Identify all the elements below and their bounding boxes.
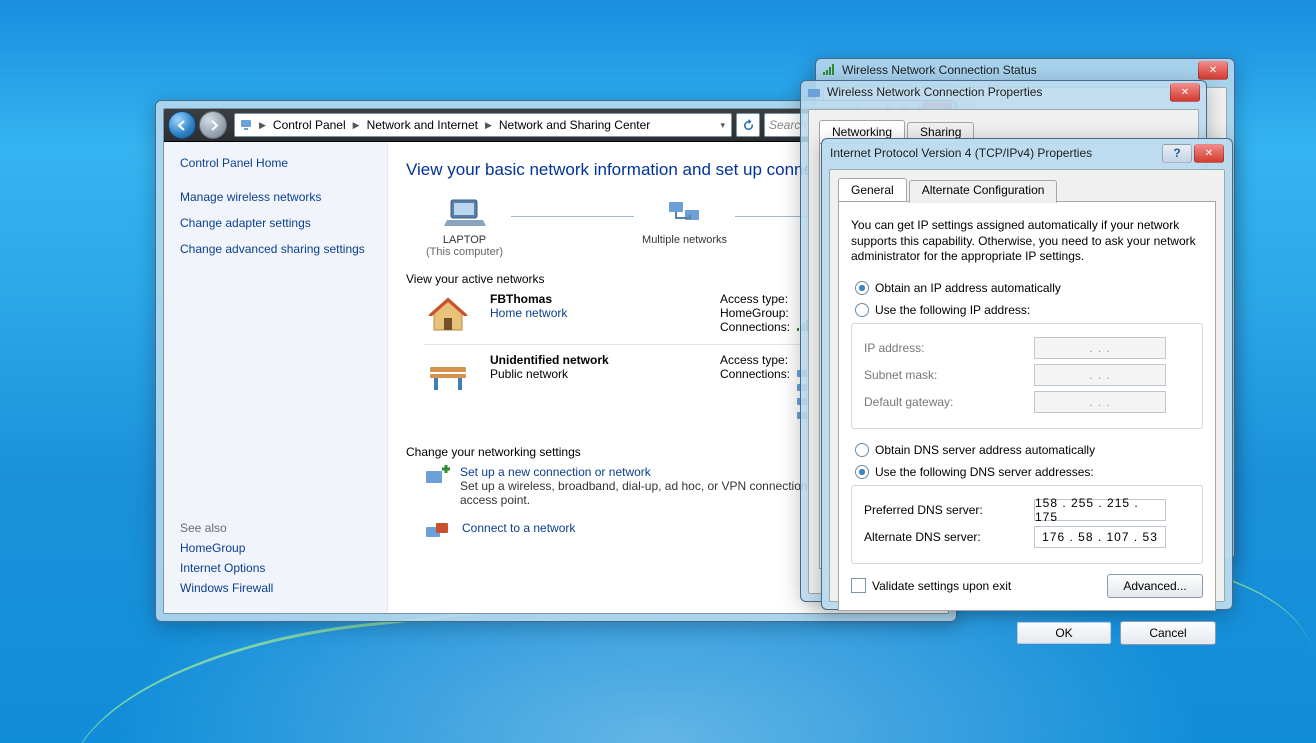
refresh-button[interactable] (736, 113, 760, 137)
breadcrumb-item[interactable]: Network and Internet (364, 118, 481, 132)
subnet-mask-label: Subnet mask: (864, 368, 1034, 382)
close-button[interactable]: ✕ (1194, 144, 1224, 163)
ipv4-description: You can get IP settings assigned automat… (851, 218, 1203, 265)
sidebar-link[interactable]: Manage wireless networks (180, 190, 375, 204)
chevron-down-icon[interactable]: ▾ (718, 120, 727, 131)
network-center-icon (239, 117, 255, 133)
radio-icon (855, 443, 869, 457)
forward-button[interactable] (199, 111, 227, 139)
breadcrumb[interactable]: ▶ Control Panel ▶ Network and Internet ▶… (234, 113, 732, 137)
close-button[interactable]: ✕ (1170, 83, 1200, 102)
tab-alternate[interactable]: Alternate Configuration (909, 180, 1058, 203)
node-multiple-networks: Multiple networks (642, 194, 727, 258)
sidebar-link[interactable]: Change adapter settings (180, 216, 375, 230)
home-icon (424, 292, 472, 336)
sidebar: Control Panel Home Manage wireless netwo… (164, 142, 388, 613)
node-this-computer: LAPTOP (This computer) (426, 194, 503, 258)
alternate-dns-field[interactable]: 176 . 58 . 107 . 53 (1034, 526, 1166, 548)
subnet-mask-field: . . . (1034, 364, 1166, 386)
task-link[interactable]: Set up a new connection or network (460, 465, 651, 479)
sidebar-link[interactable]: Internet Options (180, 561, 375, 575)
tab-general[interactable]: General (838, 178, 907, 201)
advanced-button[interactable]: Advanced... (1107, 574, 1203, 598)
sidebar-link[interactable]: Change advanced sharing settings (180, 242, 375, 256)
validate-checkbox[interactable] (851, 578, 866, 593)
ip-address-field: . . . (1034, 337, 1166, 359)
ip-address-group: IP address: . . . Subnet mask: . . . Def… (851, 323, 1203, 429)
dns-group: Preferred DNS server: 158 . 255 . 215 . … (851, 485, 1203, 564)
network-icon (663, 194, 707, 234)
close-button[interactable]: ✕ (1198, 61, 1228, 80)
radio-icon (855, 281, 869, 295)
preferred-dns-label: Preferred DNS server: (864, 503, 1034, 517)
chevron-right-icon[interactable]: ▶ (483, 120, 494, 131)
preferred-dns-field[interactable]: 158 . 255 . 215 . 175 (1034, 499, 1166, 521)
connect-icon (424, 521, 452, 545)
ip-address-label: IP address: (864, 341, 1034, 355)
ipv4-properties-dialog: Internet Protocol Version 4 (TCP/IPv4) P… (821, 138, 1233, 610)
breadcrumb-item[interactable]: Network and Sharing Center (496, 118, 653, 132)
chevron-right-icon[interactable]: ▶ (257, 120, 268, 131)
cancel-button[interactable]: Cancel (1120, 621, 1216, 645)
network-name: FBThomas (490, 292, 702, 306)
new-connection-icon (424, 465, 450, 489)
sidebar-home[interactable]: Control Panel Home (180, 156, 375, 170)
validate-label: Validate settings upon exit (872, 579, 1011, 593)
properties-dialog-title: Wireless Network Connection Properties (827, 85, 1042, 99)
default-gateway-label: Default gateway: (864, 395, 1034, 409)
radio-icon (855, 465, 869, 479)
ok-button[interactable]: OK (1016, 621, 1112, 645)
radio-icon (855, 303, 869, 317)
network-type: Public network (490, 367, 702, 381)
adapter-icon (807, 85, 821, 99)
network-name: Unidentified network (490, 353, 702, 367)
radio-ip-manual[interactable]: Use the following IP address: (855, 303, 1203, 317)
radio-ip-auto[interactable]: Obtain an IP address automatically (855, 281, 1203, 295)
default-gateway-field: . . . (1034, 391, 1166, 413)
sidebar-link[interactable]: Windows Firewall (180, 581, 375, 595)
alternate-dns-label: Alternate DNS server: (864, 530, 1034, 544)
bench-icon (424, 353, 472, 397)
back-button[interactable] (168, 111, 196, 139)
ipv4-dialog-title: Internet Protocol Version 4 (TCP/IPv4) P… (830, 146, 1092, 160)
breadcrumb-item[interactable]: Control Panel (270, 118, 349, 132)
status-dialog-title: Wireless Network Connection Status (842, 63, 1037, 77)
chevron-right-icon[interactable]: ▶ (351, 120, 362, 131)
network-type-link[interactable]: Home network (490, 306, 567, 320)
see-also-label: See also (180, 521, 375, 535)
radio-dns-manual[interactable]: Use the following DNS server addresses: (855, 465, 1203, 479)
radio-dns-auto[interactable]: Obtain DNS server address automatically (855, 443, 1203, 457)
signal-icon (822, 63, 836, 77)
laptop-icon (443, 194, 487, 234)
task-link[interactable]: Connect to a network (462, 521, 575, 535)
sidebar-link[interactable]: HomeGroup (180, 541, 375, 555)
help-button[interactable]: ? (1162, 144, 1192, 163)
